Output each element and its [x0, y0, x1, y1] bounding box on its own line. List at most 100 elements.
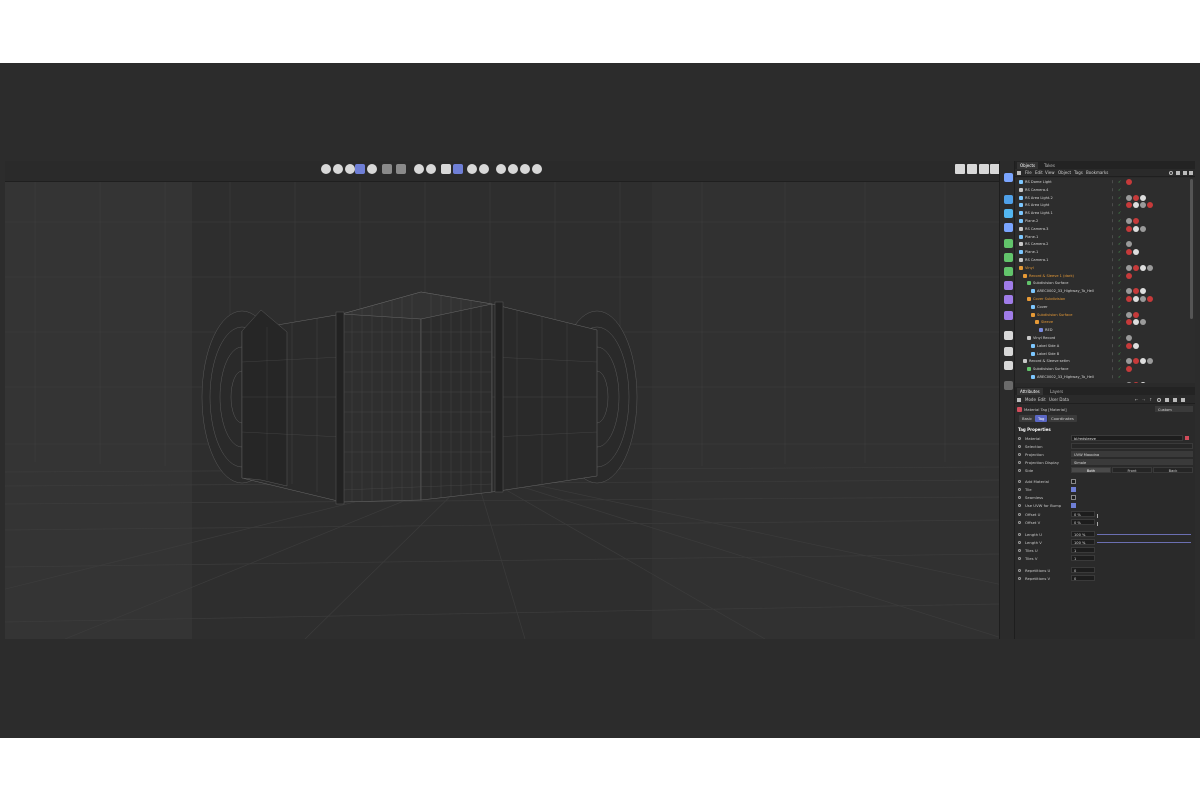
- material-tag-icon[interactable]: [1147, 264, 1153, 271]
- visibility-toggle-icon[interactable]: ⁝: [1112, 194, 1113, 202]
- enabled-check-icon[interactable]: ✓: [1118, 279, 1121, 287]
- length-v-slider[interactable]: [1097, 542, 1191, 544]
- enabled-check-icon[interactable]: ✓: [1118, 334, 1121, 342]
- material-tag-icon[interactable]: [1133, 381, 1139, 383]
- visibility-toggle-icon[interactable]: ⁝: [1112, 311, 1113, 319]
- render-region-icon[interactable]: [467, 164, 477, 174]
- menu-bookmarks[interactable]: Bookmarks: [1086, 169, 1108, 177]
- enabled-check-icon[interactable]: ✓: [1118, 303, 1121, 311]
- enabled-check-icon[interactable]: ✓: [1118, 295, 1121, 303]
- material-tag-icon[interactable]: [1126, 311, 1132, 318]
- grid-icon[interactable]: [441, 164, 451, 174]
- material-tag-icon[interactable]: [1133, 264, 1139, 271]
- object-row[interactable]: Subdivision Surface ⁝ ✓: [1015, 311, 1189, 319]
- visibility-toggle-icon[interactable]: ⁝: [1112, 217, 1113, 225]
- material-tag-icon[interactable]: [1126, 218, 1132, 224]
- visibility-toggle-icon[interactable]: ⁝: [1112, 225, 1113, 233]
- visibility-toggle-icon[interactable]: ⁝: [1112, 318, 1113, 326]
- enabled-check-icon[interactable]: ✓: [1118, 272, 1121, 280]
- axis-icon[interactable]: [382, 164, 392, 174]
- keyframe-dot[interactable]: [1018, 480, 1021, 483]
- enabled-check-icon[interactable]: ✓: [1118, 326, 1121, 334]
- enabled-check-icon[interactable]: ✓: [1118, 209, 1121, 217]
- primitive-cube-icon[interactable]: [1004, 209, 1013, 218]
- tab-objects[interactable]: Objects: [1017, 162, 1039, 169]
- forward-arrow-icon[interactable]: →: [1142, 396, 1145, 404]
- keyframe-dot[interactable]: [1018, 533, 1021, 536]
- redo-icon[interactable]: [426, 164, 436, 174]
- tiles-u-field[interactable]: 1: [1071, 547, 1095, 553]
- material-tag-icon[interactable]: [1140, 358, 1146, 365]
- material-tag-icon[interactable]: [1126, 249, 1132, 256]
- keyframe-dot[interactable]: [1018, 461, 1021, 464]
- filter-icon[interactable]: [1183, 171, 1187, 175]
- visibility-toggle-icon[interactable]: ⁝: [1112, 186, 1113, 194]
- offset-v-field[interactable]: 0 %: [1071, 519, 1095, 525]
- keyframe-dot[interactable]: [1018, 513, 1021, 516]
- model-mode-icon[interactable]: [355, 164, 365, 174]
- render-picture-icon[interactable]: [496, 164, 506, 174]
- material-field[interactable]: bl/redsleeve: [1071, 435, 1183, 441]
- tiles-v-field[interactable]: 1: [1071, 555, 1095, 561]
- material-tag-icon[interactable]: [1140, 296, 1146, 302]
- menu-view[interactable]: View: [1045, 169, 1055, 177]
- material-tag-icon[interactable]: [1133, 311, 1139, 318]
- layout-single-icon[interactable]: [955, 164, 965, 174]
- render-settings-icon[interactable]: [508, 164, 518, 174]
- redshift-render-icon[interactable]: [532, 164, 542, 174]
- object-row[interactable]: RS Area Light.1 ⁝ ✓: [1015, 209, 1189, 217]
- 3d-viewport[interactable]: [5, 161, 999, 639]
- object-row[interactable]: Cover Subdivision ⁝ ✓: [1015, 381, 1189, 383]
- object-mode-icon[interactable]: [367, 164, 377, 174]
- visibility-toggle-icon[interactable]: ⁝: [1112, 272, 1113, 280]
- material-tag-icon[interactable]: [1133, 288, 1139, 295]
- repetitions-u-field[interactable]: 0: [1071, 567, 1095, 573]
- enabled-check-icon[interactable]: ✓: [1118, 365, 1121, 373]
- enabled-check-icon[interactable]: ✓: [1118, 311, 1121, 319]
- camera-icon[interactable]: [1004, 347, 1013, 356]
- enabled-check-icon[interactable]: ✓: [1118, 233, 1121, 241]
- material-tag-icon[interactable]: [1133, 249, 1139, 256]
- checkbox[interactable]: [1071, 495, 1076, 500]
- material-tag-icon[interactable]: [1140, 194, 1146, 201]
- object-row[interactable]: Vinyl Record ⁝ ✓: [1015, 334, 1189, 342]
- material-tag-icon[interactable]: [1126, 194, 1132, 201]
- material-tag-icon[interactable]: [1133, 225, 1139, 232]
- visibility-toggle-icon[interactable]: ⁝: [1112, 248, 1113, 256]
- material-tag-icon[interactable]: [1126, 241, 1132, 248]
- projection-display-dropdown[interactable]: Simple: [1071, 459, 1193, 465]
- layout-quad-icon[interactable]: [979, 164, 989, 174]
- enabled-check-icon[interactable]: ✓: [1118, 225, 1121, 233]
- visibility-toggle-icon[interactable]: ⁝: [1112, 373, 1113, 381]
- new-window-icon[interactable]: [1189, 171, 1193, 175]
- menu-mode[interactable]: Mode: [1025, 396, 1036, 404]
- enabled-check-icon[interactable]: ✓: [1118, 350, 1121, 358]
- side-back-button[interactable]: Back: [1153, 467, 1193, 473]
- render-view-icon[interactable]: [479, 164, 489, 174]
- material-tag-icon[interactable]: [1133, 342, 1139, 349]
- enabled-check-icon[interactable]: ✓: [1118, 357, 1121, 365]
- keyframe-dot[interactable]: [1018, 569, 1021, 572]
- offset-u-field[interactable]: 0 %: [1071, 511, 1095, 517]
- pin-icon[interactable]: [1173, 398, 1177, 402]
- environment-icon[interactable]: [1004, 331, 1013, 340]
- material-tag-icon[interactable]: [1147, 202, 1153, 209]
- keyframe-dot[interactable]: [1018, 437, 1021, 440]
- mograph-icon[interactable]: [1004, 267, 1013, 276]
- keyframe-dot[interactable]: [1018, 557, 1021, 560]
- material-tag-icon[interactable]: [1140, 319, 1146, 326]
- move-icon[interactable]: [321, 164, 331, 174]
- snap-icon[interactable]: [396, 164, 406, 174]
- material-tag-icon[interactable]: [1126, 296, 1132, 302]
- enabled-check-icon[interactable]: ✓: [1118, 178, 1121, 186]
- material-tag-icon[interactable]: [1133, 202, 1139, 209]
- keyframe-dot[interactable]: [1018, 521, 1021, 524]
- material-tag-icon[interactable]: [1126, 225, 1132, 232]
- menu-file[interactable]: File: [1025, 169, 1032, 177]
- keyframe-dot[interactable]: [1018, 488, 1021, 491]
- material-swatch-icon[interactable]: [1185, 436, 1189, 440]
- material-tag-icon[interactable]: [1126, 381, 1132, 383]
- enabled-check-icon[interactable]: ✓: [1118, 342, 1121, 350]
- enabled-check-icon[interactable]: ✓: [1118, 373, 1121, 381]
- brush-icon[interactable]: [1004, 381, 1013, 390]
